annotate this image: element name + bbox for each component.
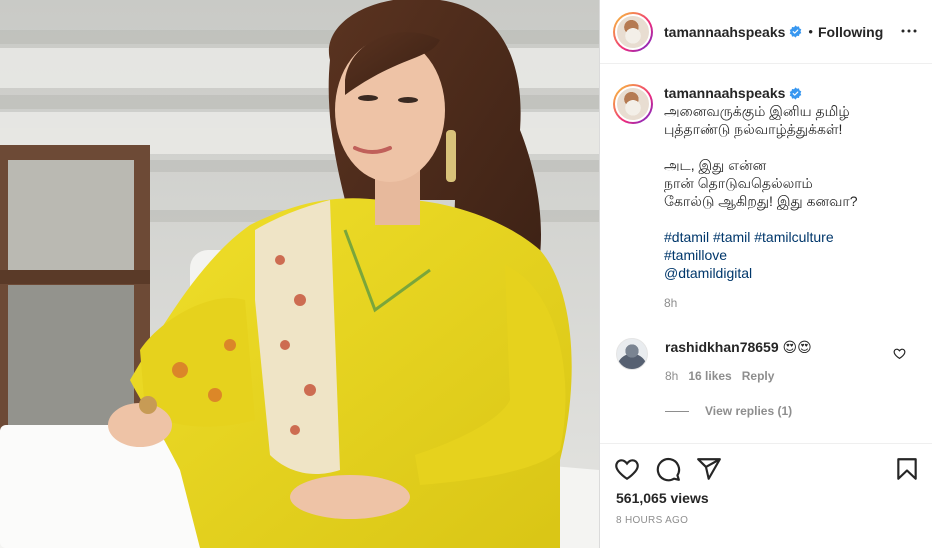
post-actions-bar [600, 443, 932, 492]
post-side-panel: tamannaahspeaks • Following tamannaahspe… [600, 0, 932, 548]
post-photo[interactable] [0, 0, 599, 548]
comment-timestamp: 8h [665, 369, 679, 383]
caption-line: புத்தாண்டு நல்வாழ்த்துக்கள்! [664, 121, 843, 137]
view-count[interactable]: 561,065 views [616, 490, 709, 506]
verified-badge-icon [790, 25, 802, 38]
caption-line: அனைவருக்கும் இனிய தமிழ் [664, 103, 850, 119]
more-options-icon[interactable] [900, 22, 918, 40]
comment-like-heart-icon[interactable] [893, 347, 906, 360]
post-photo-illustration [0, 0, 599, 548]
following-button[interactable]: Following [818, 24, 883, 40]
hashtag-line[interactable]: #dtamil #tamil #tamilculture [664, 228, 919, 246]
comment-icon[interactable] [655, 456, 681, 482]
comment-text: 😍😍 [782, 339, 812, 355]
post-header: tamannaahspeaks • Following [600, 0, 932, 64]
view-replies-line [665, 410, 689, 412]
heart-icon[interactable] [614, 456, 640, 482]
header-separator: • [808, 24, 813, 39]
author-avatar[interactable] [613, 11, 653, 52]
view-replies-button[interactable]: View replies (1) [665, 404, 792, 418]
commenter-username[interactable]: rashidkhan78659 [665, 339, 779, 355]
comment-item: rashidkhan78659 😍😍 8h 16 likes Reply [616, 338, 916, 383]
caption-text: tamannaahspeaks அனைவருக்கும் இனிய தமிழ் … [664, 84, 919, 282]
caption-line: அட, இது என்ன [664, 157, 767, 173]
share-icon[interactable] [696, 456, 722, 482]
commenter-avatar[interactable] [616, 338, 648, 370]
bookmark-icon[interactable] [894, 456, 920, 482]
view-replies-label: View replies (1) [705, 404, 793, 418]
mention-link[interactable]: @dtamildigital [664, 264, 919, 282]
comment-body: rashidkhan78659 😍😍 8h 16 likes Reply [665, 338, 895, 383]
caption-line: நான் தொடுவதெல்லாம் [664, 175, 813, 191]
instagram-post: tamannaahspeaks • Following tamannaahspe… [0, 0, 932, 548]
post-timestamp: 8 HOURS AGO [616, 515, 689, 526]
comment-meta: 8h 16 likes Reply [665, 369, 895, 383]
comment-likes[interactable]: 16 likes [688, 369, 731, 383]
verified-badge-icon [790, 87, 802, 100]
hashtag-line[interactable]: #tamillove [664, 246, 919, 264]
caption-timestamp: 8h [664, 296, 678, 310]
caption-author-avatar[interactable] [613, 84, 653, 124]
post-caption: tamannaahspeaks அனைவருக்கும் இனிய தமிழ் … [613, 84, 923, 310]
comment-reply-button[interactable]: Reply [742, 369, 775, 383]
caption-author-avatar-image [615, 86, 651, 122]
author-avatar-image [615, 13, 651, 50]
caption-body: tamannaahspeaks அனைவருக்கும் இனிய தமிழ் … [664, 84, 919, 310]
caption-line: கோல்டு ஆகிறது! இது கனவா? [664, 193, 858, 209]
author-username[interactable]: tamannaahspeaks [664, 24, 785, 40]
caption-username[interactable]: tamannaahspeaks [664, 85, 785, 101]
